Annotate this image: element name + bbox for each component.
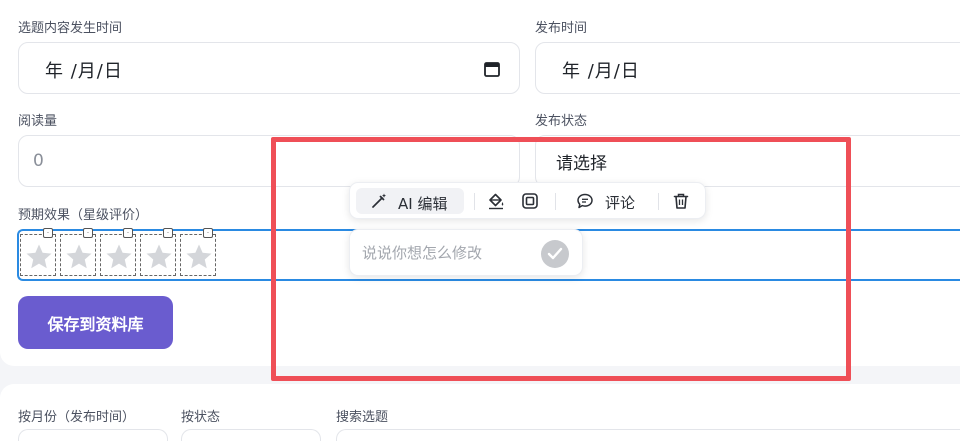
ai-floating-toolbar: AI 编辑 评论 [349,182,706,219]
publish-status-label: 发布状态 [535,114,588,129]
publish-time-label: 发布时间 [535,21,588,36]
lock-icon: · [83,228,93,238]
toolbar-divider [555,193,556,210]
star-2[interactable]: · [60,228,96,276]
star-icon [66,244,92,269]
ai-prompt-input[interactable] [362,242,532,264]
read-count-label: 阅读量 [18,114,58,129]
paint-bucket-icon[interactable] [487,192,505,210]
lock-icon: · [163,228,173,238]
toolbar-divider [474,193,475,210]
calendar-icon[interactable] [483,60,501,78]
filter-month-select[interactable] [18,429,168,441]
filter-status-select[interactable] [181,429,321,441]
lock-icon: · [203,228,213,238]
star-3[interactable]: · [100,228,136,276]
star-icon [106,244,132,269]
filter-month-label: 按月份（发布时间） [18,410,136,425]
star-icon [146,244,172,269]
toolbar-divider [658,193,659,210]
ai-edit-button[interactable]: AI 编辑 [356,188,464,214]
star-icon [26,244,52,269]
filter-search-label: 搜索选题 [336,410,389,425]
filter-status-label: 按状态 [181,410,221,425]
ai-prompt-box [349,229,583,276]
occur-time-date-input[interactable]: 年 /月/日 [18,42,520,94]
submit-button[interactable] [541,240,569,268]
star-5[interactable]: · [180,228,216,276]
save-to-library-button[interactable]: 保存到资料库 [18,296,173,349]
comment-button[interactable]: 评论 [572,183,664,220]
check-icon [547,247,563,260]
rating-label: 预期效果（星级评价） [18,208,149,223]
comment-label: 评论 [605,194,636,212]
ai-edit-label: AI 编辑 [398,195,448,213]
occur-time-value: 年 /月/日 [45,61,123,82]
star-icon [186,244,212,269]
border-frame-icon[interactable] [521,192,539,210]
star-1[interactable]: · [20,228,56,276]
trash-icon[interactable] [672,192,690,210]
occur-time-label: 选题内容发生时间 [18,21,123,36]
filter-search-input[interactable] [336,429,960,441]
comment-bubble-icon [577,193,593,209]
lock-icon: · [43,228,53,238]
lock-icon: · [123,228,133,238]
publish-time-value: 年 /月/日 [562,61,640,82]
read-count-value: 0 [33,151,44,171]
star-4[interactable]: · [140,228,176,276]
magic-wand-icon [372,193,386,208]
publish-time-date-input[interactable]: 年 /月/日 [535,42,960,94]
